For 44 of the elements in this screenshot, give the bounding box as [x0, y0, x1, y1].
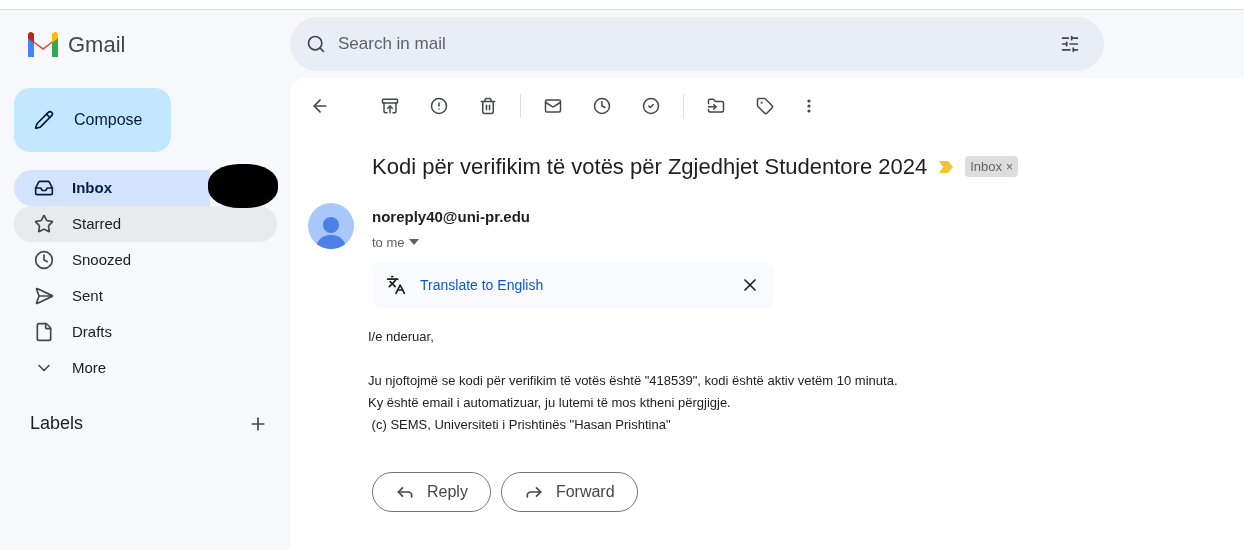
send-icon [34, 286, 54, 306]
label-chip: Inbox × [965, 155, 1019, 178]
envelope-icon [544, 97, 562, 115]
body-text: Ju njoftojmë se kodi për verifikim të votës është "418539", kodi është aktiv vetëm 10 minuta. [368, 372, 898, 390]
archive-icon [381, 97, 399, 115]
search-bar[interactable]: Search in mail [290, 17, 1104, 71]
clock-icon [593, 97, 611, 115]
nav-item[interactable]: Snoozed [14, 242, 277, 278]
file-icon [34, 322, 54, 342]
nav-item[interactable]: More [14, 350, 277, 386]
more-vertical-icon [807, 99, 811, 113]
nav-item[interactable]: Starred [14, 206, 277, 242]
clock-icon [34, 250, 54, 270]
body-text: Ky është email i automatizuar, ju lutemi të mos ktheni përgjigje. [368, 394, 732, 412]
compose-button[interactable]: Compose [14, 88, 171, 152]
translate-icon [386, 275, 406, 295]
body-text: (c) SEMS, Universiteti i Prishtinës "Hasan Prishtina" [370, 416, 672, 434]
importance-marker-icon[interactable] [939, 160, 954, 173]
dropdown-caret-icon[interactable] [408, 239, 419, 246]
nav-item[interactable]: Drafts [14, 314, 277, 350]
pencil-icon [34, 110, 54, 130]
sender-email: noreply40@uni-pr.edu [372, 207, 531, 227]
nav-item[interactable]: Inbox [14, 170, 210, 206]
app-name: Gmail [68, 30, 126, 59]
nav-item[interactable]: Sent [14, 278, 277, 314]
avatar [308, 203, 354, 249]
folder-icon [707, 97, 725, 115]
filter-icon[interactable] [1060, 34, 1080, 54]
remove-label-button[interactable]: × [1006, 157, 1014, 176]
labels-heading: Labels [30, 412, 84, 435]
alert-icon [430, 97, 448, 115]
check-circle-icon [642, 97, 660, 115]
search-field[interactable]: Search in mail [338, 31, 1048, 57]
inbox-icon [34, 178, 54, 198]
translate-link[interactable]: Translate to English [420, 274, 544, 296]
body-text: I/e nderuar, [368, 328, 435, 346]
star-icon [34, 214, 54, 234]
recipient-label: to me [372, 233, 405, 252]
search-icon [306, 34, 326, 54]
gmail-logo-icon [26, 31, 60, 57]
email-subject: Kodi për verifikim të votës për Zgjedhjet Studentore 2024 [372, 153, 928, 181]
trash-icon [479, 97, 497, 115]
tag-icon [756, 97, 774, 115]
redaction-mark [208, 164, 278, 208]
